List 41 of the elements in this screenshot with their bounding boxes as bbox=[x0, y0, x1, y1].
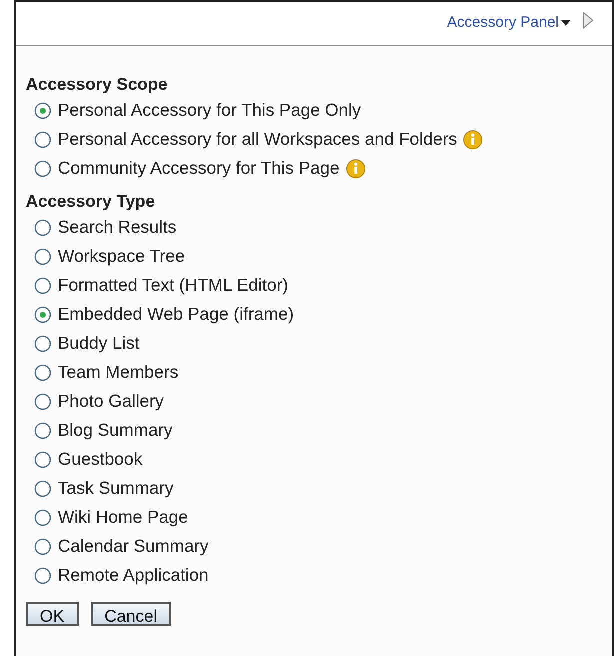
dialog-button[interactable]: Cancel bbox=[90, 602, 172, 626]
option-label: Community Accessory for This Page bbox=[58, 157, 340, 180]
radio-button[interactable] bbox=[34, 566, 52, 584]
radio-button[interactable] bbox=[34, 160, 52, 178]
radio-button[interactable] bbox=[34, 276, 52, 294]
option-label: Calendar Summary bbox=[58, 535, 209, 558]
option-label: Remote Application bbox=[58, 564, 209, 588]
radio-button[interactable] bbox=[34, 218, 52, 236]
radio-button[interactable] bbox=[34, 480, 52, 498]
option-label: Formatted Text (HTML Editor) bbox=[58, 274, 288, 298]
option-label: Guestbook bbox=[58, 448, 143, 472]
option-label: Photo Gallery bbox=[58, 390, 164, 414]
option-label: Embedded Web Page (iframe) bbox=[58, 303, 294, 326]
section-heading: Accessory Scope bbox=[26, 74, 169, 96]
radio-button[interactable] bbox=[34, 334, 52, 352]
radio-button[interactable] bbox=[34, 248, 52, 266]
info-icon bbox=[346, 158, 366, 178]
expand-arrow-icon[interactable] bbox=[583, 12, 594, 29]
radio-button[interactable] bbox=[34, 306, 52, 324]
option-label: Workspace Tree bbox=[58, 245, 186, 268]
info-icon bbox=[463, 130, 484, 150]
option-label: Buddy List bbox=[58, 332, 140, 356]
option-label: Task Summary bbox=[58, 477, 174, 500]
accessory-panel-menu[interactable]: Accessory Panel bbox=[447, 12, 571, 34]
radio-button[interactable] bbox=[34, 422, 52, 440]
radio-button[interactable] bbox=[34, 364, 52, 382]
option-label: Wiki Home Page bbox=[58, 506, 188, 530]
radio-button[interactable] bbox=[34, 508, 52, 526]
option-label: Blog Summary bbox=[58, 419, 173, 442]
radio-button[interactable] bbox=[34, 392, 52, 410]
caret-icon bbox=[561, 20, 571, 26]
dialog-button[interactable]: OK bbox=[26, 602, 79, 626]
option-label: Search Results bbox=[58, 216, 177, 240]
option-label: Team Members bbox=[58, 361, 179, 384]
radio-button[interactable] bbox=[34, 102, 52, 120]
section-heading: Accessory Type bbox=[26, 191, 156, 213]
option-label: Personal Accessory for This Page Only bbox=[58, 99, 362, 122]
radio-button[interactable] bbox=[34, 130, 52, 148]
option-label: Personal Accessory for all Workspaces and Folders bbox=[58, 128, 458, 152]
radio-button[interactable] bbox=[34, 450, 52, 468]
radio-button[interactable] bbox=[34, 538, 52, 556]
